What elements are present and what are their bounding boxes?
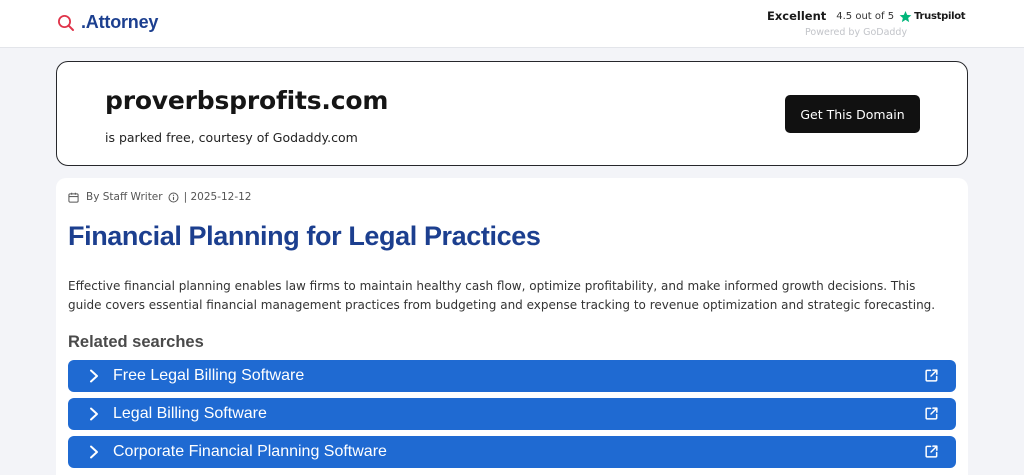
article-description: Effective financial planning enables law… <box>68 279 936 312</box>
rating-score: 4.5 out of 5 <box>836 10 895 22</box>
info-icon[interactable] <box>168 192 179 203</box>
get-domain-button[interactable]: Get This Domain <box>785 95 920 133</box>
trustpilot-rating: Excellent 4.5 out of 5 Trustpilot <box>767 9 966 23</box>
trustpilot-name: Trustpilot <box>914 10 966 22</box>
external-link-icon <box>925 407 938 420</box>
domain-name: proverbsprofits.com <box>105 86 389 115</box>
top-header: .Attorney Excellent 4.5 out of 5 Trustpi… <box>0 0 1024 48</box>
related-search-item[interactable]: Corporate Financial Planning Software <box>68 436 956 468</box>
external-link-icon <box>925 369 938 382</box>
related-search-label: Free Legal Billing Software <box>113 367 305 384</box>
article-card: By Staff Writer | 2025-12-12 Financial P… <box>56 178 968 475</box>
logo-text: .Attorney <box>81 12 159 32</box>
article-meta: By Staff Writer | 2025-12-12 <box>68 191 252 203</box>
external-link-icon <box>925 445 938 458</box>
related-search-item[interactable]: Free Legal Billing Software <box>68 360 956 392</box>
chevron-right-icon <box>90 369 98 383</box>
site-logo[interactable]: .Attorney <box>57 12 158 33</box>
related-search-item[interactable]: Legal Billing Software <box>68 398 956 430</box>
chevron-right-icon <box>90 445 98 459</box>
calendar-icon <box>68 192 79 203</box>
domain-subtitle: is parked free, courtesy of Godaddy.com <box>105 130 358 145</box>
rating-label: Excellent <box>767 9 827 23</box>
powered-by: Powered by GoDaddy <box>805 27 908 38</box>
related-search-label: Corporate Financial Planning Software <box>113 443 387 460</box>
star-icon <box>899 10 912 22</box>
search-icon <box>58 14 74 31</box>
domain-banner: proverbsprofits.com is parked free, cour… <box>56 61 968 166</box>
article-date: | 2025-12-12 <box>183 191 252 203</box>
chevron-right-icon <box>90 407 98 421</box>
article-author: By Staff Writer <box>86 191 163 203</box>
related-searches-heading: Related searches <box>68 333 204 351</box>
related-search-label: Legal Billing Software <box>113 405 267 422</box>
article-title: Financial Planning for Legal Practices <box>68 221 541 251</box>
